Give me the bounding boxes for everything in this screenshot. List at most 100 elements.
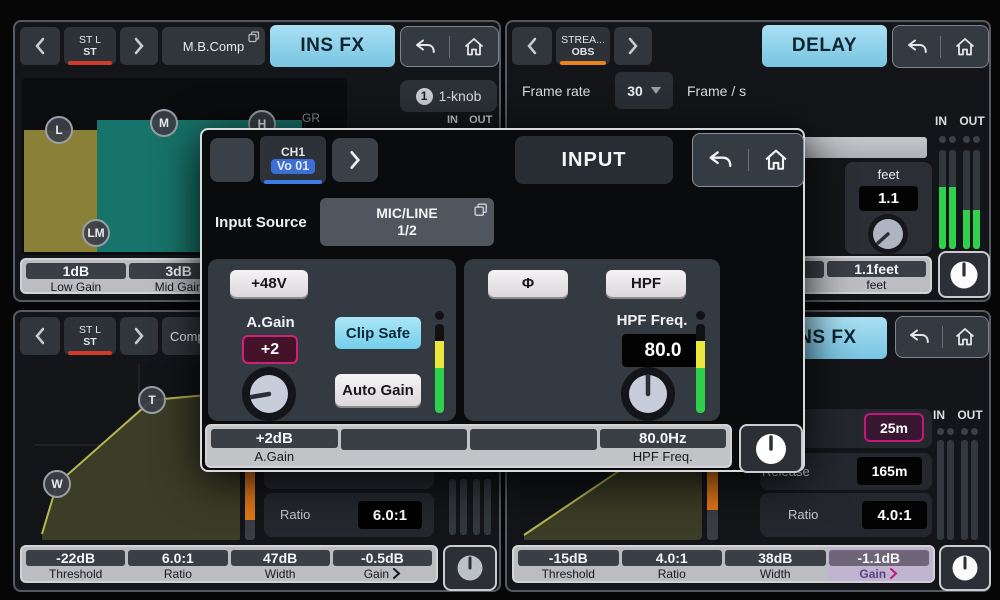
phantom-48v-button[interactable]: +48V: [230, 270, 308, 297]
hpf-freq-value[interactable]: 80.0: [622, 334, 704, 367]
delay-param-box: feet 1.1: [845, 162, 932, 254]
again-value[interactable]: +2: [242, 335, 298, 364]
input-source-button[interactable]: MIC/LINE 1/2: [320, 198, 494, 246]
param-value[interactable]: 4.0:1: [621, 550, 722, 566]
param-cell-ratio[interactable]: 6.0:1 Ratio: [128, 550, 228, 581]
channel-select-button[interactable]: ST L ST: [64, 27, 116, 65]
undo-icon[interactable]: [706, 146, 734, 174]
width-handle[interactable]: W: [43, 470, 71, 498]
ratio-row: Ratio 4.0:1: [760, 493, 932, 537]
home-icon[interactable]: [953, 325, 977, 349]
chevron-right-icon[interactable]: [889, 568, 898, 579]
preset-name: M.B.Comp: [182, 38, 245, 54]
param-label: Low Gain: [50, 279, 102, 294]
param-value[interactable]: 80.0Hz: [599, 429, 726, 448]
in-meter-r: [949, 150, 956, 249]
param-value[interactable]: 1dB: [26, 263, 126, 279]
prev-channel-button[interactable]: [210, 138, 254, 182]
param-label: [341, 450, 468, 464]
param-value[interactable]: +2dB: [211, 429, 338, 448]
param-value[interactable]: 47dB: [230, 550, 330, 566]
release-value[interactable]: 165m: [857, 457, 922, 485]
param-bottom-bar: +2dB A.Gain 80.0Hz HPF Freq.: [205, 424, 732, 468]
preset-library-button[interactable]: M.B.Comp: [162, 27, 265, 65]
param-value[interactable]: 1.1feet: [826, 261, 926, 277]
auto-gain-button[interactable]: Auto Gain: [335, 374, 421, 406]
tab-ins-fx[interactable]: INS FX: [270, 25, 395, 67]
param-value[interactable]: 6.0:1: [128, 550, 228, 566]
param-cell-threshold[interactable]: -15dB Threshold: [518, 550, 619, 581]
param-cell[interactable]: [340, 429, 468, 464]
param-cell-width[interactable]: 38dB Width: [725, 550, 826, 581]
param-cell-ratio[interactable]: 4.0:1 Ratio: [621, 550, 722, 581]
param-cell-width[interactable]: 47dB Width: [230, 550, 330, 581]
param-cell-hpf-freq[interactable]: 80.0Hz HPF Freq.: [599, 429, 726, 464]
out-meter-r: [971, 440, 978, 540]
ratio-value[interactable]: 6.0:1: [358, 501, 422, 529]
out-meter-l: [473, 479, 480, 535]
undo-icon[interactable]: [413, 35, 437, 59]
clip-safe-button[interactable]: Clip Safe: [335, 317, 421, 349]
threshold-handle[interactable]: T: [138, 386, 166, 414]
frame-rate-dropdown[interactable]: 30: [615, 72, 673, 109]
param-label: Threshold: [48, 566, 103, 581]
in-meter-r: [460, 479, 467, 535]
knob-assign-button[interactable]: [939, 545, 991, 591]
channel-name-line2: Vo 01: [270, 159, 316, 174]
param-cell-low-gain[interactable]: 1dB Low Gain: [26, 263, 126, 294]
input-source-line1: MIC/LINE: [376, 205, 438, 221]
home-icon[interactable]: [953, 35, 977, 59]
phase-button[interactable]: Φ: [488, 270, 568, 297]
undo-icon[interactable]: [905, 35, 929, 59]
next-channel-button[interactable]: [120, 27, 158, 65]
param-cell-threshold[interactable]: -22dB Threshold: [26, 550, 126, 581]
param-cell-gain-highlighted[interactable]: -1.1dB Gain: [828, 547, 933, 581]
chevron-right-icon[interactable]: [392, 568, 401, 579]
param-value[interactable]: -0.5dB: [332, 550, 432, 566]
channel-select-button[interactable]: ST L ST: [64, 317, 116, 355]
param-cell[interactable]: [470, 429, 597, 464]
hpf-freq-knob[interactable]: [619, 365, 677, 423]
hpf-button[interactable]: HPF: [606, 270, 686, 297]
undo-icon[interactable]: [907, 325, 931, 349]
channel-select-button[interactable]: CH1 Vo 01: [260, 136, 326, 184]
next-channel-button[interactable]: [332, 138, 378, 182]
prev-channel-button[interactable]: [20, 317, 60, 355]
again-knob[interactable]: [240, 365, 298, 423]
prev-channel-button[interactable]: [20, 27, 60, 65]
attack-value[interactable]: 25m: [864, 413, 924, 442]
param-value[interactable]: -1.1dB: [828, 550, 929, 566]
param-value[interactable]: -22dB: [26, 550, 126, 566]
param-cell-feet[interactable]: 1.1feet feet: [826, 261, 926, 292]
param-value[interactable]: 38dB: [725, 550, 826, 566]
band-handle-low[interactable]: L: [45, 116, 73, 144]
param-value-display[interactable]: 1.1: [859, 186, 918, 211]
chevron-left-icon: [527, 37, 537, 55]
param-value[interactable]: [340, 429, 467, 450]
knob-assign-button[interactable]: [938, 251, 990, 298]
param-value[interactable]: [470, 429, 597, 450]
home-icon[interactable]: [762, 146, 790, 174]
knob-assign-button[interactable]: [443, 545, 497, 591]
knob-assign-button[interactable]: [739, 424, 803, 473]
channel-name-line1: STREA...: [561, 33, 605, 46]
home-icon[interactable]: [462, 35, 486, 59]
param-cell-again[interactable]: +2dB A.Gain: [211, 429, 338, 464]
param-value[interactable]: -15dB: [518, 550, 619, 566]
band-handle-mid[interactable]: M: [150, 109, 178, 137]
channel-select-button[interactable]: STREA... OBS: [556, 27, 610, 65]
meter-peak-dot: [696, 311, 705, 320]
one-knob-button[interactable]: 1 1-knob: [400, 80, 497, 112]
tab-delay[interactable]: DELAY: [762, 25, 887, 67]
ratio-value[interactable]: 4.0:1: [862, 501, 927, 529]
out-meter-l: [963, 150, 970, 249]
divider: [747, 149, 749, 171]
next-channel-button[interactable]: [120, 317, 158, 355]
channel-name-line1: CH1: [280, 145, 305, 159]
prev-channel-button[interactable]: [512, 27, 552, 65]
next-channel-button[interactable]: [614, 27, 652, 65]
meter-in-out-labels: IN OUT: [933, 408, 983, 422]
band-handle-low-mid[interactable]: LM: [82, 219, 110, 247]
delay-knob[interactable]: [866, 212, 910, 256]
param-cell-gain[interactable]: -0.5dB Gain: [332, 550, 432, 581]
